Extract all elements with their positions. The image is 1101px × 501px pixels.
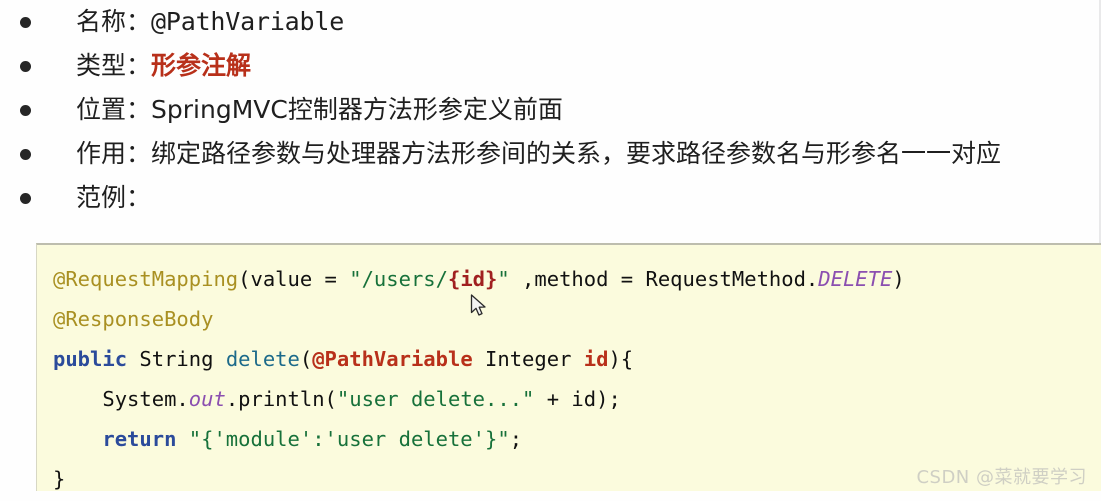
bullet-item-type: 类型：形参注解 bbox=[0, 44, 1101, 88]
code-token-string: "{'module':'user delete'}" bbox=[188, 427, 510, 451]
code-line: @RequestMapping(value = "/users/{id}" ,m… bbox=[53, 259, 1101, 299]
bullet-dot-icon bbox=[20, 193, 31, 204]
code-token-plain: ( bbox=[299, 347, 313, 371]
csdn-watermark: CSDN @菜就要学习 bbox=[916, 467, 1087, 488]
code-token-anno-red: @PathVariable bbox=[312, 347, 473, 371]
code-line: System.out.println("user delete..." + id… bbox=[53, 379, 1101, 419]
bullet-label-example: 范例： bbox=[76, 183, 152, 212]
code-example-block[interactable]: @RequestMapping(value = "/users/{id}" ,m… bbox=[36, 243, 1101, 491]
code-token-plain: ; bbox=[509, 427, 523, 451]
bullet-value-position: SpringMVC控制器方法形参定义前面 bbox=[151, 95, 563, 124]
attribute-bullet-list: 名称：@PathVariable 类型：形参注解 位置：SpringMVC控制器… bbox=[0, 0, 1101, 220]
bullet-item-name: 名称：@PathVariable bbox=[0, 0, 1101, 44]
code-token-plain: method bbox=[534, 267, 609, 291]
code-token-plain: ( bbox=[238, 267, 251, 291]
bullet-label-type: 类型： bbox=[76, 51, 152, 80]
code-token-brace-red: {id} bbox=[447, 267, 498, 291]
bullet-label-position: 位置： bbox=[76, 95, 152, 124]
code-token-plain: value bbox=[250, 267, 313, 291]
code-token-anno: @ResponseBody bbox=[53, 307, 214, 331]
code-line: public String delete(@PathVariable Integ… bbox=[53, 339, 1101, 379]
bullet-label-purpose: 作用： bbox=[76, 139, 152, 168]
code-token-plain: RequestMethod. bbox=[645, 267, 819, 291]
code-line: @ResponseBody bbox=[53, 299, 1101, 339]
code-token-method: delete bbox=[225, 347, 300, 371]
bullet-item-purpose: 作用：绑定路径参数与处理器方法形参间的关系，要求路径参数名与形参名一一对应 bbox=[0, 132, 1101, 176]
bullet-dot-icon bbox=[20, 149, 31, 160]
bullet-value-purpose: 绑定路径参数与处理器方法形参间的关系，要求路径参数名与形参名一一对应 bbox=[151, 139, 1002, 168]
code-token-keyword: public bbox=[53, 347, 128, 371]
code-token-anno: @RequestMapping bbox=[53, 267, 239, 291]
code-token-static: DELETE bbox=[818, 267, 893, 291]
code-token-plain: System. bbox=[102, 387, 189, 411]
code-token-keyword: return bbox=[102, 427, 177, 451]
code-token-plain: Integer bbox=[485, 347, 572, 371]
bullet-value-type: 形参注解 bbox=[151, 51, 252, 80]
code-token-plain: = bbox=[608, 267, 646, 291]
code-token-plain: ){ bbox=[608, 347, 634, 371]
code-token-plain: + id); bbox=[534, 387, 621, 411]
bullet-dot-icon bbox=[20, 105, 31, 116]
slide-page: 名称：@PathVariable 类型：形参注解 位置：SpringMVC控制器… bbox=[0, 0, 1101, 501]
bullet-item-position: 位置：SpringMVC控制器方法形参定义前面 bbox=[0, 88, 1101, 132]
bullet-dot-icon bbox=[20, 17, 31, 28]
bullet-item-example: 范例： bbox=[0, 176, 1101, 220]
code-token-plain: .println( bbox=[225, 387, 337, 411]
code-token-string: "/users/ bbox=[349, 267, 448, 291]
code-token-plain: String bbox=[139, 347, 214, 371]
code-token-plain: } bbox=[53, 467, 66, 491]
code-token-anno-red: id bbox=[583, 347, 609, 371]
code-line: return "{'module':'user delete'}"; bbox=[53, 419, 1101, 459]
code-token-plain: ) bbox=[892, 267, 905, 291]
code-token-string: "user delete..." bbox=[336, 387, 535, 411]
bullet-value-name: @PathVariable bbox=[151, 7, 345, 36]
code-token-plain: , bbox=[509, 267, 535, 291]
bullet-label-name: 名称： bbox=[76, 7, 152, 36]
code-token-plain: = bbox=[312, 267, 350, 291]
code-token-string: " bbox=[497, 267, 510, 291]
bullet-dot-icon bbox=[20, 61, 31, 72]
code-token-static: out bbox=[188, 387, 226, 411]
